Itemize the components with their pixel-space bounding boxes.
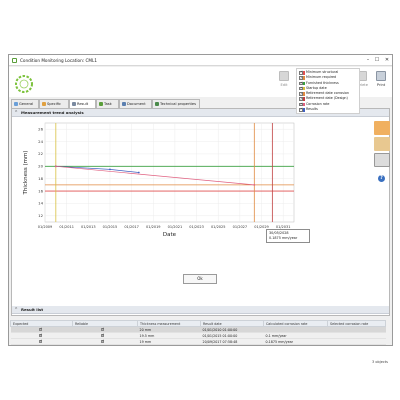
task-icon — [99, 102, 103, 106]
reliable-checkbox[interactable] — [100, 333, 104, 338]
copy-icon[interactable] — [374, 153, 390, 167]
x-tick-label: 01/2021 — [168, 225, 183, 229]
legend-swatch — [303, 92, 305, 96]
print-icon — [376, 71, 386, 81]
x-tick-label: 01/2027 — [233, 225, 248, 229]
y-tick-label: 22 — [38, 151, 43, 156]
selected-rate-cell — [327, 338, 386, 345]
legend-swatch — [303, 71, 305, 75]
x-tick-label: 01/2025 — [211, 225, 226, 229]
chart-tooltip: 30/05/2028 0.1875 mm/year — [266, 229, 310, 243]
cml-logo-icon — [15, 75, 33, 93]
tab-general[interactable]: General — [11, 99, 39, 108]
object-count: 3 objects — [372, 360, 388, 364]
legend-swatch — [303, 97, 305, 102]
tab-task[interactable]: Task — [96, 99, 119, 108]
y-tick-label: 14 — [38, 201, 43, 206]
tooltip-rate: 0.1875 mm/year — [269, 236, 298, 240]
thickness-cell: 19 mm — [137, 338, 201, 345]
legend-label: Minimum required — [306, 75, 337, 80]
zoom-out-icon[interactable] — [374, 137, 390, 151]
technical-properties-icon — [155, 102, 159, 106]
edit-icon — [279, 71, 289, 81]
y-tick-label: 20 — [38, 164, 43, 169]
expected-checkbox[interactable] — [38, 339, 42, 344]
legend-swatch — [303, 76, 305, 80]
x-tick-label: 01/2017 — [124, 225, 139, 229]
trend-chart: 12 14 16 18 20 22 24 26 01/2009 01/2011 01/2013 01/… — [23, 122, 295, 238]
x-tick-label: 01/2019 — [146, 225, 161, 229]
y-tick-label: 24 — [38, 139, 43, 144]
x-tick-label: 01/2011 — [59, 225, 74, 229]
y-axis-label: Thickness (mm) — [23, 151, 29, 196]
data-point — [253, 183, 256, 186]
legend-label: Startup date — [306, 85, 327, 90]
data-point — [54, 165, 57, 168]
legend-label: Results — [306, 107, 318, 112]
reliable-checkbox[interactable] — [100, 327, 104, 332]
table-row[interactable]: 19 mm20/09/2017 07:58:480.1875 mm/year — [10, 338, 386, 345]
date-cell: 20/09/2017 07:58:48 — [200, 338, 264, 345]
dialog-window: Condition Monitoring Location: CML1 – ☐ … — [8, 54, 393, 364]
y-tick-label: 16 — [38, 188, 43, 193]
reliable-checkbox[interactable] — [100, 339, 104, 344]
result-list-header[interactable]: ⌃ Result list — [12, 306, 389, 314]
x-tick-label: 01/2009 — [38, 225, 53, 229]
app-icon — [12, 58, 17, 63]
collapse-chevron-icon: ⌃ — [14, 307, 19, 313]
tab-specific[interactable]: Specific — [39, 99, 69, 108]
data-point — [109, 168, 111, 171]
result-table: Expected Reliable Thickness measurement … — [10, 320, 386, 345]
general-icon — [14, 102, 18, 106]
legend-label: Furnished thickness — [306, 80, 339, 85]
result-pane: ⌃ Measurement trend analysis 12 14 16 18 20 2… — [11, 108, 390, 316]
data-point — [137, 171, 140, 174]
legend-label: Minimum structural — [306, 70, 339, 74]
legend-label: Retirement date corrosion — [306, 91, 350, 96]
y-tick-label: 26 — [38, 126, 43, 131]
legend-label: Retirement date (Design) — [306, 96, 348, 101]
legend-swatch — [303, 102, 305, 107]
legend-item[interactable]: Results — [299, 107, 357, 112]
plot-area — [44, 122, 295, 223]
x-tick-label: 01/2023 — [189, 225, 204, 229]
close-button[interactable]: ✕ — [383, 57, 391, 64]
minimize-button[interactable]: – — [364, 57, 372, 64]
edit-button[interactable]: Edit — [275, 71, 293, 93]
maximize-button[interactable]: ☐ — [373, 57, 381, 64]
chart-legend: Minimum structuralMinimum requiredFurnis… — [296, 68, 360, 115]
specific-icon — [42, 102, 46, 106]
x-tick-label: 01/2015 — [103, 225, 118, 229]
result-icon — [72, 102, 76, 106]
print-button[interactable]: Print — [372, 71, 390, 93]
legend-swatch — [303, 81, 305, 86]
help-icon[interactable]: ? — [378, 175, 385, 182]
ok-button[interactable]: Ok — [183, 274, 217, 284]
expected-checkbox[interactable] — [38, 327, 42, 332]
window-title: Condition Monitoring Location: CML1 — [20, 58, 98, 63]
expected-checkbox[interactable] — [38, 333, 42, 338]
title-bar: Condition Monitoring Location: CML1 – ☐ … — [9, 55, 392, 66]
tab-technical-properties[interactable]: Technical properties — [152, 99, 200, 108]
legend-label: Corrosion rate — [306, 101, 330, 106]
legend-swatch — [303, 86, 305, 91]
legend-swatch — [303, 108, 305, 112]
y-tick-label: 18 — [38, 176, 43, 181]
calc-rate-cell: 0.1875 mm/year — [263, 338, 328, 345]
zoom-chart-icon[interactable] — [374, 121, 390, 135]
document-icon — [122, 102, 126, 106]
tab-document[interactable]: Document — [119, 99, 152, 108]
x-tick-label: 01/2013 — [81, 225, 96, 229]
x-axis-label: Date — [163, 232, 177, 238]
y-tick-label: 12 — [38, 213, 43, 218]
collapse-chevron-icon: ⌃ — [14, 110, 19, 116]
